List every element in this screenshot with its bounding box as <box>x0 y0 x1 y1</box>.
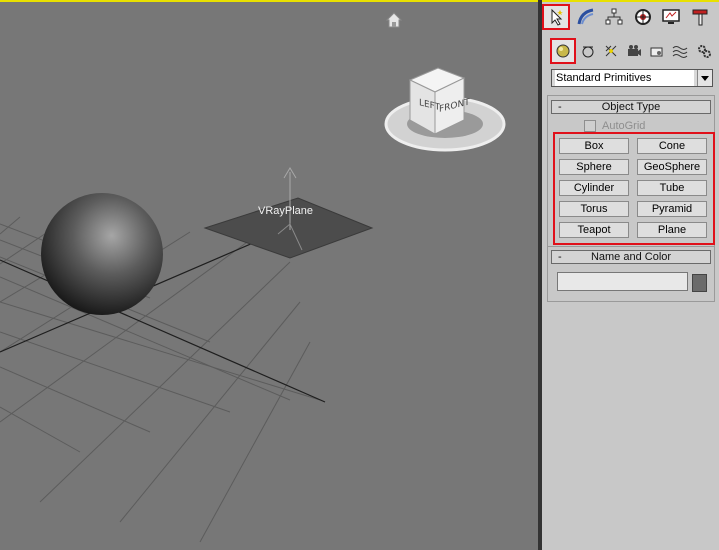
teapot-button[interactable]: Teapot <box>559 222 629 238</box>
motion-tab[interactable] <box>631 6 655 28</box>
command-panel: Standard Primitives - Object Type AutoGr… <box>542 0 719 550</box>
plane-button[interactable]: Plane <box>637 222 707 238</box>
shapes-button[interactable] <box>577 40 599 62</box>
pyramid-button[interactable]: Pyramid <box>637 201 707 217</box>
primitive-buttons: Box Cone Sphere GeoSphere Cylinder Tube … <box>553 132 715 245</box>
hammer-icon <box>692 9 708 26</box>
collapse-icon: - <box>558 251 562 263</box>
modify-bend-icon <box>577 8 594 25</box>
object-type-title: Object Type <box>601 101 661 113</box>
name-and-color-title: Name and Color <box>590 251 672 263</box>
home-icon[interactable] <box>385 12 403 28</box>
motion-wheel-icon <box>635 9 651 25</box>
object-type-header[interactable]: - Object Type <box>551 100 711 114</box>
cursor-star-icon <box>551 8 563 26</box>
camera-icon <box>628 45 641 56</box>
create-subcategory-bar <box>542 36 719 64</box>
display-tab[interactable] <box>659 6 683 28</box>
command-panel-tabs <box>542 4 719 32</box>
lights-button[interactable] <box>600 40 622 62</box>
autogrid-checkbox[interactable]: AutoGrid <box>584 120 645 132</box>
sphere-button[interactable]: Sphere <box>559 159 629 175</box>
modify-tab[interactable] <box>574 6 598 28</box>
light-icon <box>605 45 617 57</box>
collapse-icon: - <box>558 101 562 113</box>
name-and-color-header[interactable]: - Name and Color <box>551 250 711 264</box>
object-color-swatch[interactable] <box>692 274 707 292</box>
object-name-field[interactable] <box>557 272 688 291</box>
cameras-button[interactable] <box>623 40 645 62</box>
cone-button[interactable]: Cone <box>637 138 707 154</box>
cylinder-button[interactable]: Cylinder <box>559 180 629 196</box>
chevron-down-icon[interactable] <box>697 70 712 86</box>
display-monitor-icon <box>662 9 680 24</box>
geosphere-button[interactable]: GeoSphere <box>637 159 707 175</box>
utilities-tab[interactable] <box>688 6 712 28</box>
helpers-button[interactable] <box>646 40 668 62</box>
autogrid-checkbox-box[interactable] <box>584 120 596 132</box>
helper-icon <box>650 47 663 57</box>
autogrid-label: AutoGrid <box>602 120 646 132</box>
sphere-icon <box>556 44 570 58</box>
torus-button[interactable]: Torus <box>559 201 629 217</box>
geometry-button[interactable] <box>550 38 576 64</box>
shapes-icon <box>582 46 594 58</box>
category-dropdown[interactable]: Standard Primitives <box>551 69 713 87</box>
gears-icon <box>698 45 711 58</box>
tube-button[interactable]: Tube <box>637 180 707 196</box>
vray-plane-label: VRayPlane <box>258 205 314 217</box>
hierarchy-icon <box>605 8 623 25</box>
perspective-viewport[interactable]: LEFT FRONT VRayPlane <box>0 0 538 550</box>
systems-button[interactable] <box>693 40 715 62</box>
wave-icon <box>672 46 688 58</box>
box-button[interactable]: Box <box>559 138 629 154</box>
hierarchy-tab[interactable] <box>602 6 626 28</box>
viewcube[interactable]: LEFT FRONT <box>383 62 507 162</box>
sphere-object <box>41 193 163 315</box>
space-warps-button[interactable] <box>669 40 691 62</box>
category-dropdown-value: Standard Primitives <box>555 70 694 86</box>
create-tab[interactable] <box>542 4 570 30</box>
